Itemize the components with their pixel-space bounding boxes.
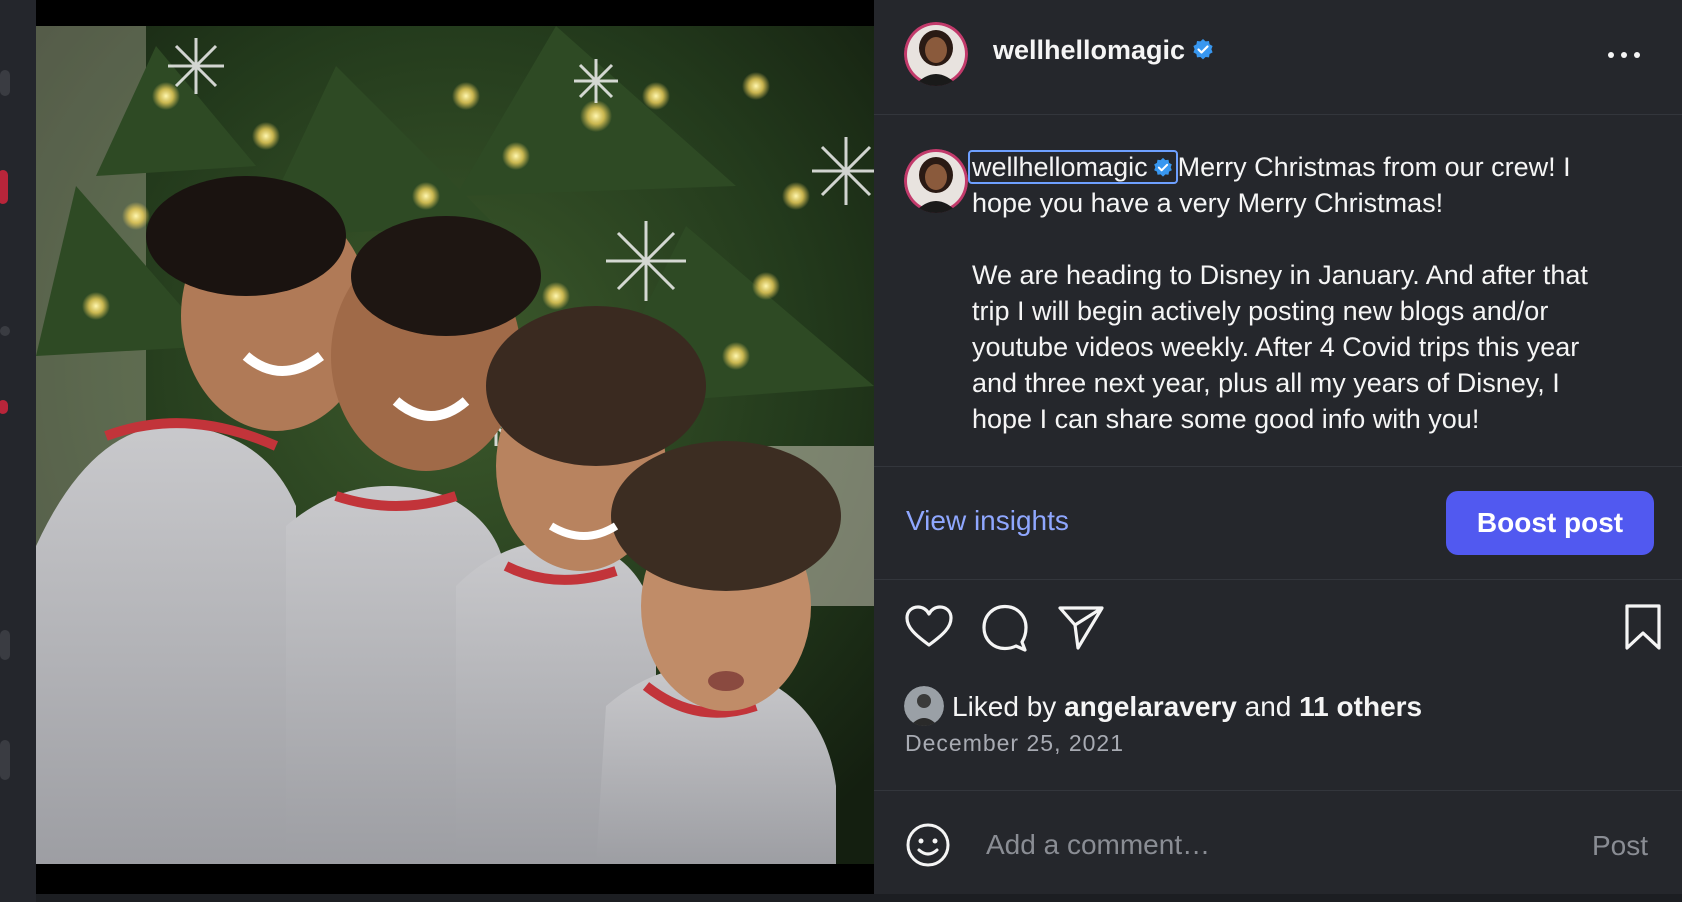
- background-strip: [36, 894, 1682, 902]
- header-username[interactable]: wellhellomagic: [993, 35, 1185, 65]
- caption-body: Merry Christmas from our crew! I hope yo…: [972, 152, 1588, 434]
- post-details-panel: wellhellomagic wellhellomagic Merry Chris…: [874, 0, 1682, 894]
- liked-by-others-link[interactable]: 11 others: [1299, 691, 1422, 722]
- post-comment-button[interactable]: Post: [1586, 829, 1654, 863]
- more-options-icon[interactable]: [1604, 40, 1644, 70]
- share-icon[interactable]: [1054, 600, 1108, 654]
- caption-area: wellhellomagic Merry Christmas from our c…: [874, 115, 1682, 465]
- post-header: wellhellomagic: [874, 0, 1682, 115]
- verified-badge-icon: [1152, 155, 1174, 177]
- comment-row: Post: [874, 790, 1682, 895]
- comment-icon[interactable]: [978, 600, 1032, 654]
- caption-avatar[interactable]: [904, 149, 968, 213]
- likes-summary: Liked by angelaravery and 11 others: [904, 686, 1422, 726]
- liker-avatar[interactable]: [904, 686, 944, 726]
- comment-input[interactable]: [984, 819, 1508, 871]
- action-bar: [874, 600, 1682, 660]
- boost-post-button[interactable]: Boost post: [1446, 491, 1654, 555]
- emoji-icon[interactable]: [904, 821, 952, 869]
- avatar[interactable]: [904, 22, 968, 86]
- background-sidebar: [0, 0, 36, 902]
- view-insights-link[interactable]: View insights: [906, 505, 1069, 537]
- liked-by-username[interactable]: angelaravery: [1064, 691, 1237, 722]
- verified-badge-icon: [1191, 38, 1215, 62]
- photo-area: [36, 0, 874, 894]
- post-photo[interactable]: [36, 26, 874, 864]
- heart-icon[interactable]: [902, 600, 956, 654]
- post-modal: wellhellomagic wellhellomagic Merry Chris…: [36, 0, 1682, 894]
- caption-username-link[interactable]: wellhellomagic: [968, 150, 1178, 184]
- insights-row: View insights Boost post: [874, 466, 1682, 580]
- bookmark-icon[interactable]: [1616, 600, 1670, 654]
- caption-text: wellhellomagic Merry Christmas from our c…: [968, 149, 1612, 437]
- post-date[interactable]: December 25, 2021: [905, 730, 1124, 757]
